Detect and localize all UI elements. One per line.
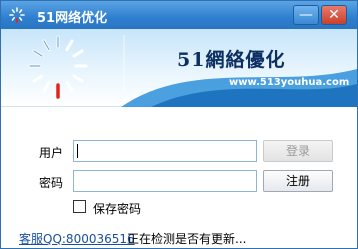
login-window: 51网络优化 — ✕ 51網絡優化 www.513youhua.com 用户 登… <box>0 0 358 249</box>
window-title: 51网络优化 <box>37 11 108 26</box>
title-bar[interactable]: 51网络优化 — ✕ <box>1 1 357 29</box>
username-field[interactable] <box>73 140 257 162</box>
support-qq-link[interactable]: 客服QQ:800036516 <box>19 230 135 247</box>
brand-name: 51網絡優化 <box>177 49 286 71</box>
minimize-button[interactable]: — <box>293 5 319 25</box>
close-button[interactable]: ✕ <box>321 5 347 25</box>
app-logo-icon <box>9 7 25 23</box>
update-status-text: 正在检测是否有更新... <box>127 232 247 246</box>
text-caret <box>77 144 78 158</box>
password-label: 密码 <box>39 176 64 190</box>
save-password-label[interactable]: 保存密码 <box>93 200 141 217</box>
login-button[interactable]: 登录 <box>263 140 333 162</box>
user-label: 用户 <box>39 146 64 160</box>
password-field[interactable] <box>73 170 257 192</box>
brand-url: www.513youhua.com <box>229 77 350 88</box>
register-button[interactable]: 注册 <box>263 170 333 192</box>
banner: 51網絡優化 www.513youhua.com <box>1 29 357 107</box>
spinner-logo-icon <box>28 35 88 99</box>
save-password-checkbox[interactable] <box>73 200 86 213</box>
